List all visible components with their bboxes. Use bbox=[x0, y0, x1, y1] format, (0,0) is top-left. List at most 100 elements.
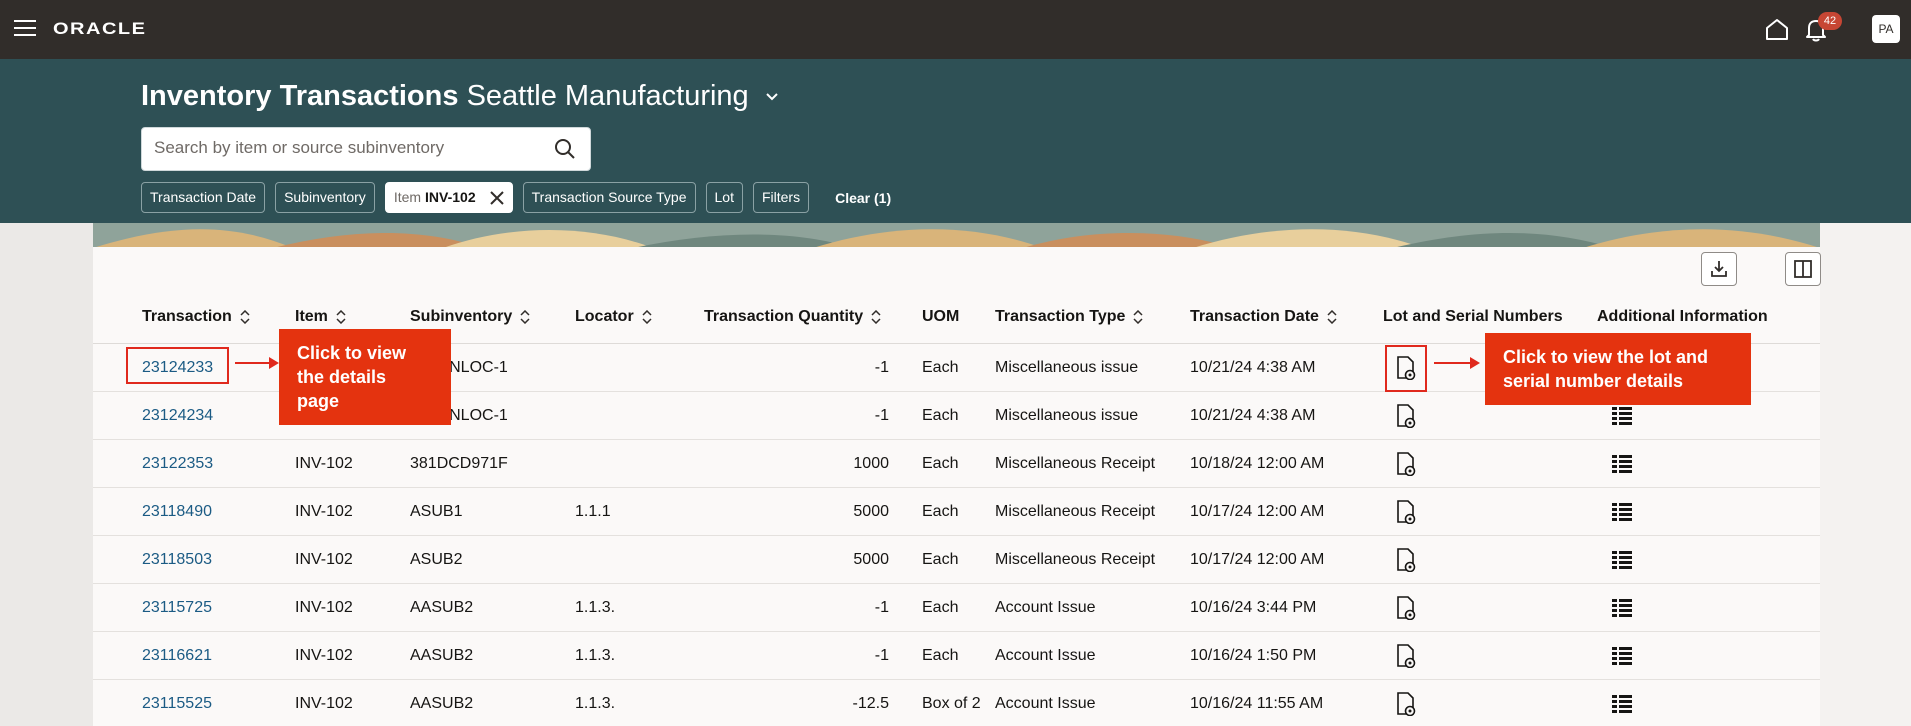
organization-selector[interactable]: Seattle Manufacturing bbox=[467, 80, 749, 112]
column-header-transaction-date[interactable]: Transaction Date bbox=[1190, 300, 1337, 344]
column-label: Transaction Type bbox=[995, 308, 1126, 325]
locator-cell: 1.1.3. bbox=[575, 647, 616, 664]
view-lot-serial-icon[interactable] bbox=[1395, 404, 1417, 428]
table-row[interactable]: 23118503 INV-102 ASUB2 5000 Each Miscellaneou… bbox=[93, 536, 1820, 584]
column-label: Subinventory bbox=[410, 308, 513, 325]
subinventory-cell: AASUB2 bbox=[410, 647, 474, 664]
highlight-transaction-link bbox=[126, 347, 229, 384]
additional-info-icon[interactable] bbox=[1612, 503, 1632, 521]
user-avatar[interactable]: PA bbox=[1872, 15, 1900, 43]
transaction-link[interactable]: 23116621 bbox=[142, 632, 282, 680]
additional-info-icon[interactable] bbox=[1612, 695, 1632, 713]
transaction-link[interactable]: 23118503 bbox=[142, 536, 282, 584]
sort-icon[interactable] bbox=[1133, 309, 1143, 324]
page-title: Inventory Transactions Seattle Manufactu… bbox=[141, 80, 779, 113]
view-lot-serial-icon[interactable] bbox=[1395, 548, 1417, 572]
uom-cell: Each bbox=[922, 455, 959, 472]
filter-chip-source-type[interactable]: Transaction Source Type bbox=[522, 182, 696, 213]
column-header-locator[interactable]: Locator bbox=[575, 300, 652, 344]
table-row[interactable]: 23115525 INV-102 AASUB2 1.1.3. -12.5 Box of 2… bbox=[93, 680, 1820, 726]
view-lot-serial-icon[interactable] bbox=[1395, 500, 1417, 524]
transaction-date-cell: 10/18/24 12:00 AM bbox=[1190, 455, 1325, 472]
clear-filters-link[interactable]: Clear (1) bbox=[835, 190, 891, 206]
filter-chip-lot[interactable]: Lot bbox=[705, 182, 743, 213]
transaction-type-cell: Miscellaneous issue bbox=[995, 359, 1139, 376]
transaction-type-cell: Account Issue bbox=[995, 695, 1096, 712]
sort-icon[interactable] bbox=[240, 309, 250, 324]
transaction-link[interactable]: 23115725 bbox=[142, 584, 282, 632]
sort-icon[interactable] bbox=[642, 309, 652, 324]
column-header-transaction-type[interactable]: Transaction Type bbox=[995, 300, 1143, 344]
locator-cell: 1.1.1 bbox=[575, 503, 611, 520]
details-callout: Click to view the details page bbox=[279, 329, 451, 425]
search-icon[interactable] bbox=[554, 138, 576, 160]
locator-cell: 1.1.3. bbox=[575, 695, 616, 712]
download-button[interactable] bbox=[1701, 252, 1737, 286]
view-lot-serial-icon[interactable] bbox=[1395, 596, 1417, 620]
table-row[interactable]: 23122353 INV-102 381DCD971F 1000 Each Miscell… bbox=[93, 440, 1820, 488]
quantity-cell: 5000 bbox=[853, 551, 889, 568]
view-lot-serial-icon[interactable] bbox=[1395, 452, 1417, 476]
locator-cell bbox=[575, 536, 685, 584]
uom-cell: Each bbox=[922, 647, 959, 664]
additional-info-icon[interactable] bbox=[1612, 647, 1632, 665]
item-cell: INV-102 bbox=[295, 551, 353, 568]
column-header-transaction[interactable]: Transaction bbox=[142, 300, 250, 344]
uom-cell: Each bbox=[922, 359, 959, 376]
table-row[interactable]: 23115725 INV-102 AASUB2 1.1.3. -1 Each Account… bbox=[93, 584, 1820, 632]
item-cell: INV-102 bbox=[295, 695, 353, 712]
column-header-quantity[interactable]: Transaction Quantity bbox=[704, 300, 881, 344]
uom-cell: Each bbox=[922, 599, 959, 616]
view-lot-serial-icon[interactable] bbox=[1395, 692, 1417, 716]
locator-cell bbox=[575, 440, 685, 488]
transaction-type-cell: Miscellaneous issue bbox=[995, 407, 1139, 424]
quantity-cell: -1 bbox=[874, 647, 889, 664]
sort-icon[interactable] bbox=[336, 309, 346, 324]
table-row[interactable]: 23116621 INV-102 AASUB2 1.1.3. -1 Each Account… bbox=[93, 632, 1820, 680]
additional-info-icon[interactable] bbox=[1612, 455, 1632, 473]
additional-info-icon[interactable] bbox=[1612, 599, 1632, 617]
filter-chip-item-value: INV-102 bbox=[425, 189, 476, 205]
filter-chips: Transaction Date Subinventory Item INV-1… bbox=[141, 182, 891, 213]
item-cell: INV-102 bbox=[295, 455, 353, 472]
table-row[interactable]: 23118490 INV-102 ASUB1 1.1.1 5000 Each Miscell… bbox=[93, 488, 1820, 536]
filter-chip-item[interactable]: Item INV-102 bbox=[384, 182, 513, 213]
column-label: Transaction bbox=[142, 308, 232, 325]
view-lot-serial-icon[interactable] bbox=[1395, 644, 1417, 668]
transaction-type-cell: Account Issue bbox=[995, 599, 1096, 616]
split-view-icon bbox=[1794, 260, 1812, 278]
transaction-link[interactable]: 23122353 bbox=[142, 440, 282, 488]
transaction-date-cell: 10/17/24 12:00 AM bbox=[1190, 551, 1325, 568]
notification-badge: 42 bbox=[1818, 12, 1842, 30]
sort-icon[interactable] bbox=[1327, 309, 1337, 324]
filter-chip-transaction-date[interactable]: Transaction Date bbox=[141, 182, 266, 213]
chevron-down-icon[interactable] bbox=[765, 92, 779, 102]
column-label: Transaction Date bbox=[1190, 308, 1319, 325]
oracle-logo[interactable]: ORACLE bbox=[53, 20, 146, 40]
item-cell: INV-102 bbox=[295, 503, 353, 520]
sort-icon[interactable] bbox=[520, 309, 530, 324]
search-input[interactable] bbox=[154, 128, 544, 168]
transaction-link[interactable]: 23124234 bbox=[142, 392, 282, 440]
transaction-link[interactable]: 23115525 bbox=[142, 680, 282, 726]
subinventory-cell: ASUB1 bbox=[410, 503, 463, 520]
quantity-cell: 1000 bbox=[853, 455, 889, 472]
transaction-date-cell: 10/21/24 4:38 AM bbox=[1190, 407, 1316, 424]
locator-cell bbox=[575, 392, 685, 440]
menu-icon[interactable] bbox=[14, 20, 36, 38]
additional-info-icon[interactable] bbox=[1612, 551, 1632, 569]
column-layout-button[interactable] bbox=[1785, 252, 1821, 286]
filter-chip-filters[interactable]: Filters bbox=[752, 182, 810, 213]
additional-info-icon[interactable] bbox=[1612, 407, 1632, 425]
transaction-date-cell: 10/16/24 3:44 PM bbox=[1190, 599, 1317, 616]
quantity-cell: -1 bbox=[874, 407, 889, 424]
filter-chip-subinventory[interactable]: Subinventory bbox=[275, 182, 375, 213]
transaction-link[interactable]: 23118490 bbox=[142, 488, 282, 536]
close-icon[interactable] bbox=[489, 190, 504, 205]
transaction-type-cell: Miscellaneous Receipt bbox=[995, 551, 1156, 568]
sort-icon[interactable] bbox=[871, 309, 881, 324]
search-box bbox=[141, 127, 591, 171]
annotation-arrow bbox=[235, 357, 279, 369]
background-decoration-right bbox=[1820, 223, 1911, 726]
home-icon[interactable] bbox=[1764, 16, 1790, 42]
